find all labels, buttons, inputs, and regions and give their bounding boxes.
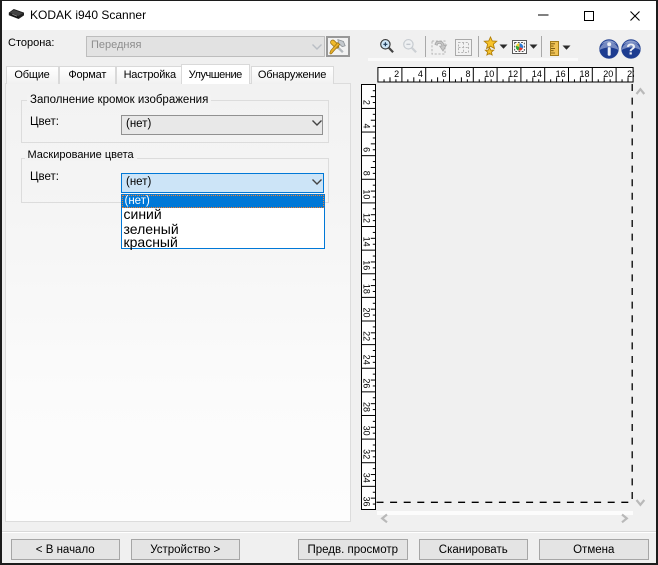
svg-text:34: 34 bbox=[362, 473, 372, 483]
svg-text:?: ? bbox=[626, 41, 636, 58]
svg-text:10: 10 bbox=[484, 69, 494, 79]
svg-text:10: 10 bbox=[362, 189, 372, 199]
svg-text:28: 28 bbox=[362, 402, 372, 412]
svg-text:14: 14 bbox=[362, 237, 372, 247]
svg-text:14: 14 bbox=[532, 69, 542, 79]
svg-text:30: 30 bbox=[362, 426, 372, 436]
svg-text:4: 4 bbox=[418, 69, 423, 79]
svg-text:16: 16 bbox=[555, 69, 565, 79]
svg-text:8: 8 bbox=[362, 171, 372, 176]
svg-text:18: 18 bbox=[579, 69, 589, 79]
svg-text:12: 12 bbox=[362, 213, 372, 223]
svg-text:4: 4 bbox=[362, 123, 372, 128]
svg-text:6: 6 bbox=[362, 147, 372, 152]
svg-text:20: 20 bbox=[362, 307, 372, 317]
svg-text:8: 8 bbox=[465, 69, 470, 79]
svg-text:26: 26 bbox=[362, 378, 372, 388]
svg-text:18: 18 bbox=[362, 284, 372, 294]
svg-text:16: 16 bbox=[362, 260, 372, 270]
svg-text:2: 2 bbox=[362, 100, 372, 105]
svg-text:20: 20 bbox=[603, 69, 613, 79]
svg-text:36: 36 bbox=[362, 496, 372, 506]
svg-text:24: 24 bbox=[362, 355, 372, 365]
svg-text:2: 2 bbox=[394, 69, 399, 79]
svg-text:6: 6 bbox=[441, 69, 446, 79]
svg-text:12: 12 bbox=[508, 69, 518, 79]
svg-text:32: 32 bbox=[362, 449, 372, 459]
svg-text:22: 22 bbox=[362, 331, 372, 341]
